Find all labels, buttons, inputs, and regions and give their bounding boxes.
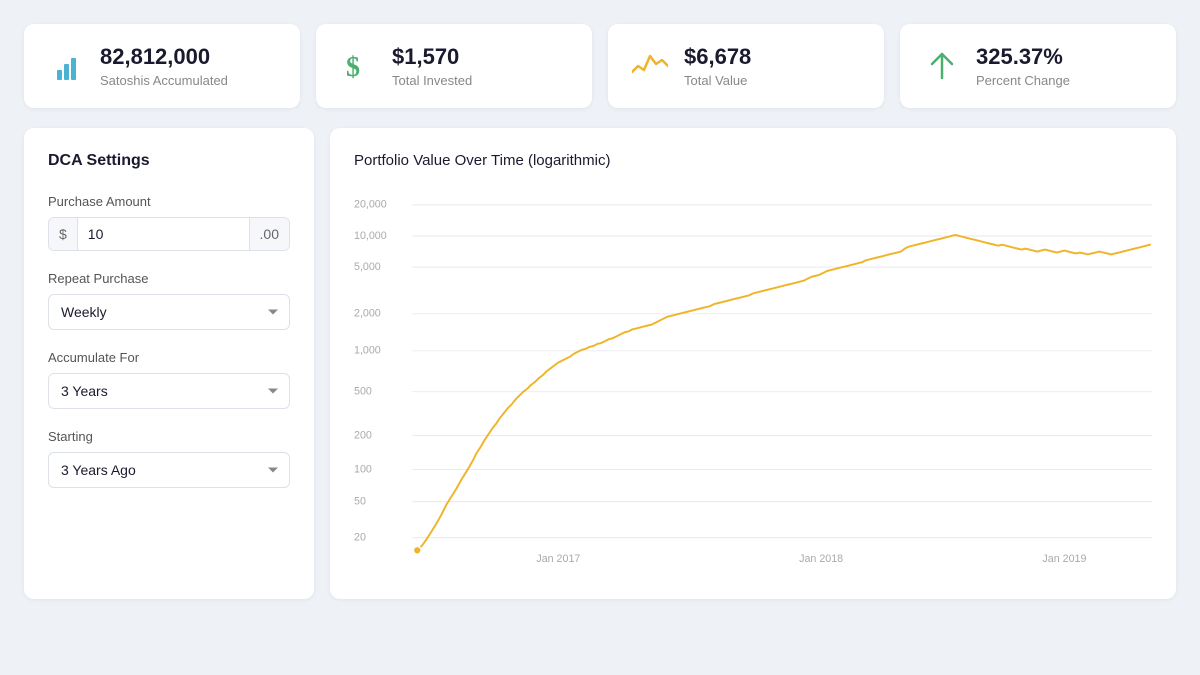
repeat-select-wrapper[interactable]: Daily Weekly Monthly	[48, 294, 290, 330]
svg-text:5,000: 5,000	[354, 261, 381, 273]
chart-title: Portfolio Value Over Time (logarithmic)	[354, 152, 1152, 169]
dollar-icon: $	[340, 48, 376, 84]
svg-text:2,000: 2,000	[354, 308, 381, 320]
percent-label: Percent Change	[976, 73, 1070, 88]
arrow-up-icon	[924, 48, 960, 84]
invested-value: $1,570	[392, 44, 472, 70]
purchase-amount-input-wrapper[interactable]: $ .00	[48, 217, 290, 251]
chart-container: 20,000 10,000 5,000 2,000 1,000 500 200 …	[354, 185, 1152, 575]
starting-select[interactable]: 1 Years Ago 2 Years Ago 3 Years Ago 4 Ye…	[48, 452, 290, 488]
accumulate-for-group: Accumulate For 1 Years 2 Years 3 Years 4…	[48, 350, 290, 409]
accumulate-select[interactable]: 1 Years 2 Years 3 Years 4 Years 5 Years	[48, 373, 290, 409]
bar-chart-icon	[48, 48, 84, 84]
satoshis-value: 82,812,000	[100, 44, 228, 70]
starting-group: Starting 1 Years Ago 2 Years Ago 3 Years…	[48, 429, 290, 488]
card-percent: 325.37% Percent Change	[900, 24, 1176, 108]
settings-panel: DCA Settings Purchase Amount $ .00 Repea…	[24, 128, 314, 599]
svg-text:200: 200	[354, 430, 372, 442]
svg-text:Jan 2019: Jan 2019	[1042, 553, 1086, 565]
satoshis-label: Satoshis Accumulated	[100, 73, 228, 88]
purchase-amount-input[interactable]	[78, 218, 249, 250]
svg-text:100: 100	[354, 464, 372, 476]
bottom-section: DCA Settings Purchase Amount $ .00 Repea…	[24, 128, 1176, 599]
chart-panel: Portfolio Value Over Time (logarithmic) …	[330, 128, 1176, 599]
purchase-amount-group: Purchase Amount $ .00	[48, 194, 290, 251]
svg-text:Jan 2017: Jan 2017	[536, 553, 580, 565]
total-value-value: $6,678	[684, 44, 751, 70]
svg-text:20: 20	[354, 532, 366, 544]
card-total-value: $6,678 Total Value	[608, 24, 884, 108]
svg-text:50: 50	[354, 496, 366, 508]
top-cards-row: 82,812,000 Satoshis Accumulated $ $1,570…	[24, 24, 1176, 108]
svg-text:500: 500	[354, 386, 372, 398]
purchase-amount-label: Purchase Amount	[48, 194, 290, 209]
svg-text:Jan 2018: Jan 2018	[799, 553, 843, 565]
invested-label: Total Invested	[392, 73, 472, 88]
starting-label: Starting	[48, 429, 290, 444]
starting-select-wrapper[interactable]: 1 Years Ago 2 Years Ago 3 Years Ago 4 Ye…	[48, 452, 290, 488]
accumulate-select-wrapper[interactable]: 1 Years 2 Years 3 Years 4 Years 5 Years	[48, 373, 290, 409]
total-value-label: Total Value	[684, 73, 751, 88]
accumulate-for-label: Accumulate For	[48, 350, 290, 365]
svg-text:10,000: 10,000	[354, 230, 387, 242]
dollar-prefix: $	[49, 218, 78, 250]
settings-title: DCA Settings	[48, 152, 290, 170]
repeat-purchase-label: Repeat Purchase	[48, 271, 290, 286]
card-satoshis: 82,812,000 Satoshis Accumulated	[24, 24, 300, 108]
card-invested: $ $1,570 Total Invested	[316, 24, 592, 108]
repeat-select[interactable]: Daily Weekly Monthly	[48, 294, 290, 330]
decimal-suffix: .00	[249, 218, 289, 250]
svg-text:20,000: 20,000	[354, 199, 387, 211]
portfolio-chart: 20,000 10,000 5,000 2,000 1,000 500 200 …	[354, 185, 1152, 575]
repeat-purchase-group: Repeat Purchase Daily Weekly Monthly	[48, 271, 290, 330]
wave-icon	[632, 48, 668, 84]
percent-value: 325.37%	[976, 44, 1070, 70]
svg-text:$: $	[346, 52, 360, 82]
svg-text:1,000: 1,000	[354, 345, 381, 357]
